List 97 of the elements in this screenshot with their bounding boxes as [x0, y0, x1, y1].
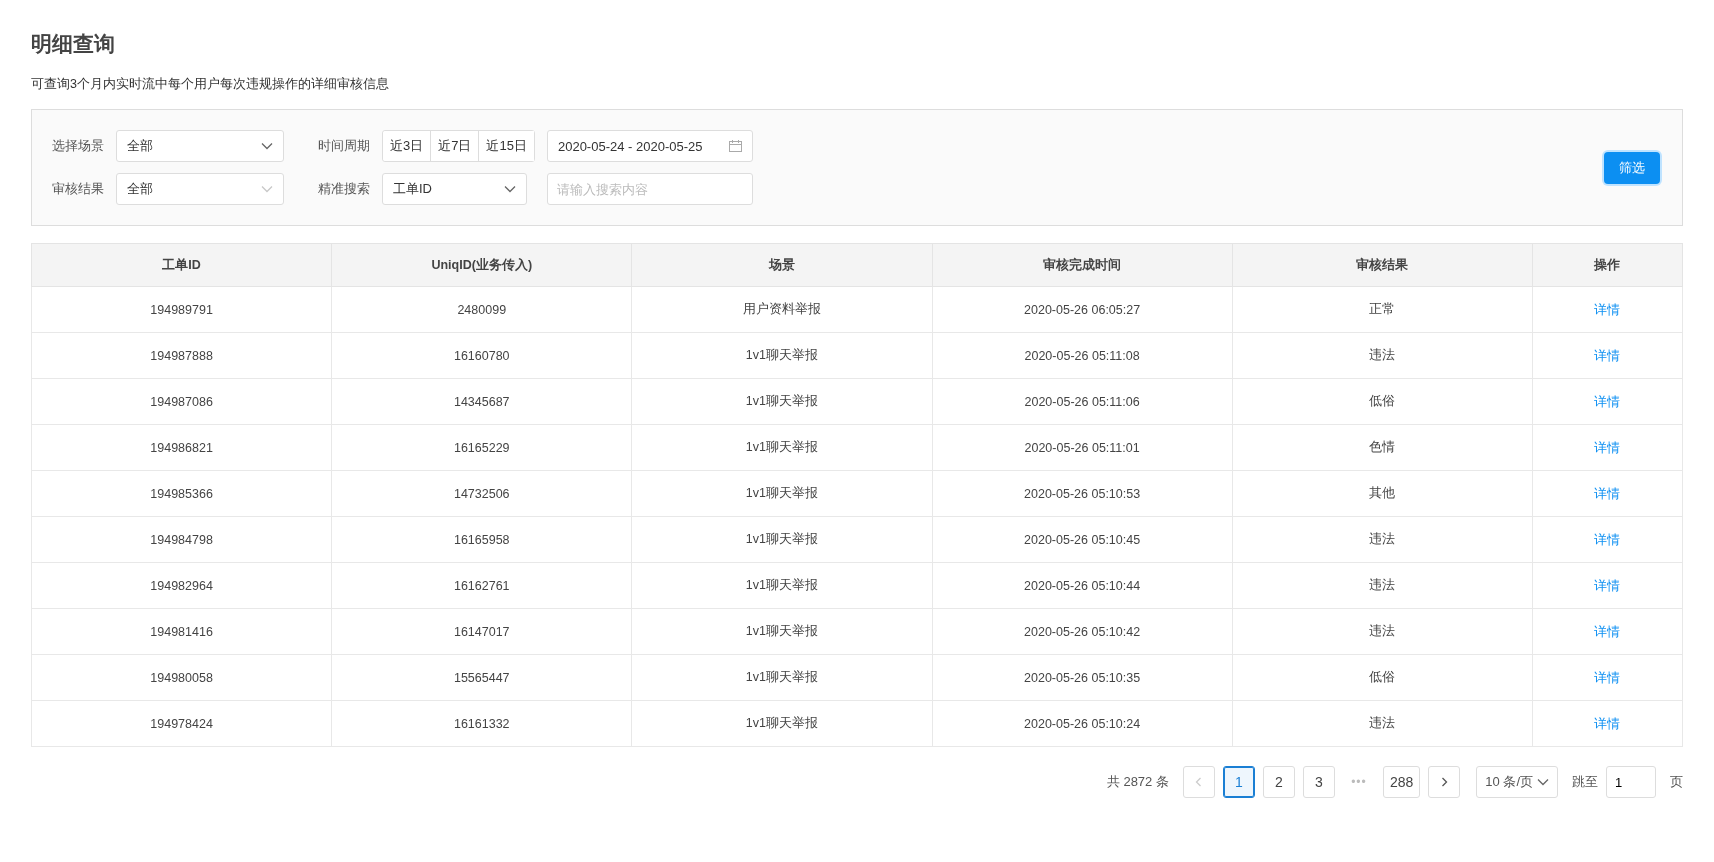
table-cell: 2020-05-26 05:11:06: [932, 378, 1233, 425]
table-cell: 16165958: [331, 516, 632, 563]
column-header: UniqID(业务传入): [331, 243, 632, 287]
table-cell: 1v1聊天举报: [631, 470, 932, 517]
details-link[interactable]: 详情: [1594, 715, 1621, 731]
jump-label: 跳至: [1572, 773, 1598, 791]
table-cell: 2480099: [331, 286, 632, 333]
column-header: 审核完成时间: [932, 243, 1233, 287]
chevron-down-icon: [261, 142, 273, 150]
table-cell: 2020-05-26 05:11:01: [932, 424, 1233, 471]
field-label: 审核结果: [52, 180, 104, 198]
table-cell: 违法: [1232, 608, 1533, 655]
table-cell: 1v1聊天举报: [631, 700, 932, 747]
table-cell: 违法: [1232, 562, 1533, 609]
details-link[interactable]: 详情: [1594, 301, 1621, 317]
column-header: 审核结果: [1232, 243, 1533, 287]
table-cell: 2020-05-26 05:10:44: [932, 562, 1233, 609]
scene-select[interactable]: 全部: [116, 130, 284, 162]
calendar-icon: [728, 140, 742, 152]
table-cell: 低俗: [1232, 378, 1533, 425]
table-cell: 正常: [1232, 286, 1533, 333]
table-cell: 2020-05-26 05:10:35: [932, 654, 1233, 701]
table-cell: 2020-05-26 05:10:24: [932, 700, 1233, 747]
chevron-down-icon: [261, 185, 273, 193]
table-cell: 1v1聊天举报: [631, 608, 932, 655]
table-cell: 16161332: [331, 700, 632, 747]
details-link[interactable]: 详情: [1594, 577, 1621, 593]
table-cell: 15565447: [331, 654, 632, 701]
chevron-down-icon: [1537, 778, 1549, 786]
details-link[interactable]: 详情: [1594, 669, 1621, 685]
chevron-down-icon: [504, 185, 516, 193]
jump-page-field[interactable]: 1: [1606, 766, 1656, 798]
table-cell: 194986821: [31, 424, 332, 471]
table-cell: 16147017: [331, 608, 632, 655]
page-button[interactable]: 1: [1222, 766, 1255, 798]
table-cell: 违法: [1232, 516, 1533, 563]
page-description: 可查询3个月内实时流中每个用户每次违规操作的详细审核信息: [31, 76, 390, 93]
page-suffix: 页: [1670, 773, 1683, 791]
page-title: 明细查询: [31, 31, 116, 57]
table-cell: 14345687: [331, 378, 632, 425]
table-cell: 194981416: [31, 608, 332, 655]
column-header: 场景: [631, 243, 932, 287]
search-type-select[interactable]: 工单ID: [382, 173, 527, 205]
table-cell: 194984798: [31, 516, 332, 563]
table-cell: 1v1聊天举报: [631, 378, 932, 425]
table-cell: 1v1聊天举报: [631, 332, 932, 379]
table-cell: 194987086: [31, 378, 332, 425]
details-link[interactable]: 详情: [1594, 393, 1621, 409]
table-cell: 194987888: [31, 332, 332, 379]
table-cell: 2020-05-26 05:10:53: [932, 470, 1233, 517]
table-cell: 2020-05-26 05:11:08: [932, 332, 1233, 379]
details-link[interactable]: 详情: [1594, 439, 1621, 455]
table-cell: 2020-05-26 05:10:45: [932, 516, 1233, 563]
period-option[interactable]: 近15日: [478, 131, 534, 161]
date-range-picker[interactable]: 2020-05-24 - 2020-05-25: [546, 130, 753, 162]
details-link[interactable]: 详情: [1594, 623, 1621, 639]
table-cell: 16162761: [331, 562, 632, 609]
table-cell: 16160780: [331, 332, 632, 379]
ellipsis[interactable]: •••: [1342, 775, 1375, 789]
next-page-button[interactable]: [1428, 766, 1461, 798]
search-field[interactable]: 请输入搜索内容: [546, 173, 753, 205]
page-button[interactable]: 3: [1302, 766, 1335, 798]
field-label: 时间周期: [318, 137, 370, 155]
table-cell: 违法: [1232, 332, 1533, 379]
details-link[interactable]: 详情: [1594, 347, 1621, 363]
table-cell: 1v1聊天举报: [631, 516, 932, 563]
table-cell: 194985366: [31, 470, 332, 517]
table-cell: 1v1聊天举报: [631, 424, 932, 471]
chevron-left-icon: [1195, 777, 1203, 787]
table-cell: 低俗: [1232, 654, 1533, 701]
table-cell: 其他: [1232, 470, 1533, 517]
table-cell: 194989791: [31, 286, 332, 333]
result-select[interactable]: 全部: [116, 173, 284, 205]
table-cell: 194978424: [31, 700, 332, 747]
page-button[interactable]: 288: [1382, 766, 1421, 798]
table-cell: 色情: [1232, 424, 1533, 471]
table-cell: 2020-05-26 06:05:27: [932, 286, 1233, 333]
total-count: 共 2872 条: [1106, 773, 1169, 791]
page-button[interactable]: 2: [1262, 766, 1295, 798]
table-cell: 194980058: [31, 654, 332, 701]
column-header: 工单ID: [31, 243, 332, 287]
table-cell: 违法: [1232, 700, 1533, 747]
details-link[interactable]: 详情: [1594, 531, 1621, 547]
details-link[interactable]: 详情: [1594, 485, 1621, 501]
table-cell: 14732506: [331, 470, 632, 517]
filter-button[interactable]: 筛选: [1604, 151, 1660, 184]
table-cell: 用户资料举报: [631, 286, 932, 333]
table-cell: 1v1聊天举报: [631, 654, 932, 701]
column-header: 操作: [1532, 243, 1683, 287]
table-cell: 1v1聊天举报: [631, 562, 932, 609]
table-cell: 194982964: [31, 562, 332, 609]
page-size-select[interactable]: 10 条/页: [1476, 766, 1558, 798]
table-cell: 2020-05-26 05:10:42: [932, 608, 1233, 655]
field-label: 选择场景: [52, 137, 104, 155]
table-cell: 16165229: [331, 424, 632, 471]
field-label: 精准搜索: [318, 180, 370, 198]
chevron-right-icon: [1440, 777, 1448, 787]
